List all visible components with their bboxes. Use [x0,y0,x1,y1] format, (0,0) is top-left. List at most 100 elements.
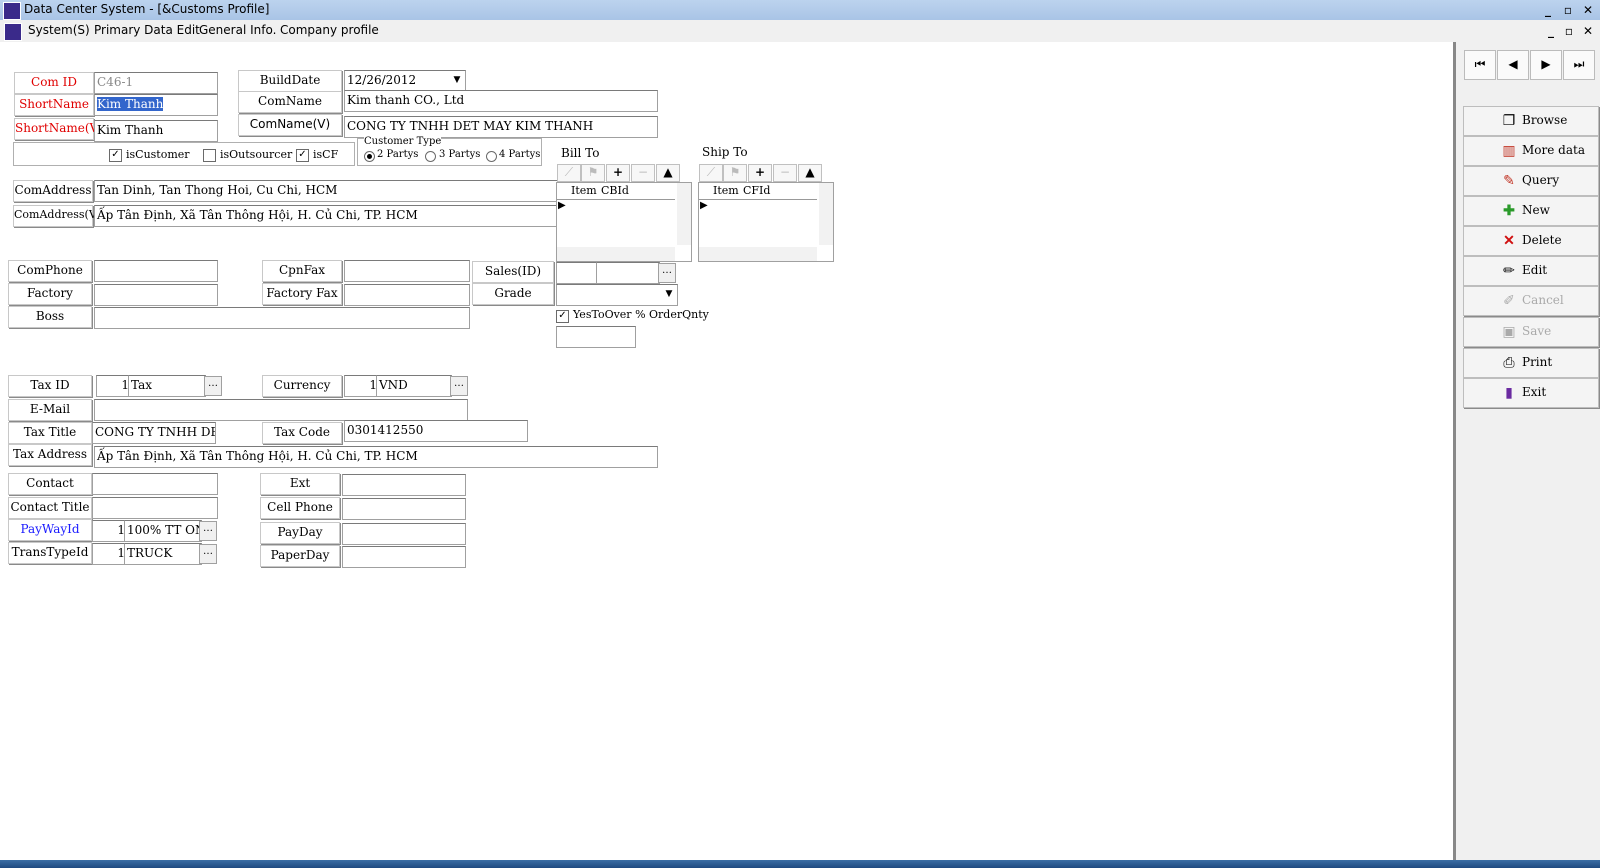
close-button[interactable]: ✕ [1580,3,1596,17]
browse-button[interactable]: ❐ Browse [1463,106,1599,136]
short-name-v-label: ShortName(V) [14,118,103,140]
exit-button[interactable]: ▮ Exit [1463,378,1599,408]
bill-to-first-button[interactable]: ⟋ [557,164,581,182]
two-partys-radio[interactable] [364,151,375,162]
books-icon: ▥ [1502,143,1516,159]
query-button[interactable]: ✎ Query [1463,166,1599,196]
child-minimize-button[interactable]: _ [1543,24,1559,38]
bill-to-add-button[interactable]: + [606,164,630,182]
contact-field[interactable] [92,473,218,495]
trans-type-id-field[interactable]: TRUCK [124,543,202,565]
bill-to-grid[interactable]: Item CBId ▶ [556,182,692,262]
yes-to-over-checkbox[interactable]: ✓ [556,310,569,323]
bill-to-label: Bill To [561,146,600,160]
short-name-v-field[interactable]: Kim Thanh [94,120,218,142]
ship-to-first-button[interactable]: ⟋ [699,164,723,182]
tax-id-lookup-button[interactable]: … [204,376,222,396]
bill-to-hscroll[interactable] [557,247,675,261]
menu-primary-data-edit[interactable]: Primary Data Edit [94,23,200,37]
yes-to-over-field[interactable] [556,326,636,348]
ship-to-add-button[interactable]: + [748,164,772,182]
two-partys-label: 2 Partys [377,149,419,160]
tax-code-field[interactable]: 0301412550 [344,420,528,442]
child-close-button[interactable]: ✕ [1580,24,1596,38]
more-data-button[interactable]: ▥ More data [1463,136,1599,166]
com-phone-field[interactable] [94,260,218,282]
tax-address-label: Tax Address [8,444,92,466]
menu-system[interactable]: System(S) [28,23,90,37]
child-restore-button[interactable]: ▫ [1561,24,1577,38]
browse-button-label: Browse [1522,113,1568,127]
trans-type-id-lookup-button[interactable]: … [199,544,217,564]
bill-to-remove-button[interactable]: − [631,164,655,182]
bill-to-flag-button[interactable]: ⚑ [581,164,605,182]
delete-button[interactable]: ✕ Delete [1463,226,1599,256]
tax-id-field[interactable]: Tax [128,375,206,397]
ship-to-up-button[interactable]: ▲ [798,164,822,182]
minimize-button[interactable]: _ [1540,3,1556,17]
first-record-button[interactable]: ⏮ [1464,50,1496,80]
three-partys-radio[interactable] [425,151,436,162]
factory-phone-field[interactable] [94,284,218,306]
is-customer-checkbox[interactable]: ✓ [109,149,122,162]
menu-general-info[interactable]: General Info. [199,23,276,37]
com-address-field[interactable]: Tan Dinh, Tan Thong Hoi, Cu Chi, HCM [94,180,558,202]
prev-record-button[interactable]: ◀ [1497,50,1529,80]
email-field[interactable] [94,399,468,421]
sales-id-code-field[interactable] [556,262,598,284]
tax-title-field[interactable]: CONG TY TNHH DET [92,422,216,444]
new-button[interactable]: ✚ New [1463,196,1599,226]
sales-id-field[interactable] [596,262,660,284]
currency-lookup-button[interactable]: … [450,376,468,396]
factory-fax-field[interactable] [344,284,470,306]
last-record-button[interactable]: ⏭ [1563,50,1595,80]
sales-id-lookup-button[interactable]: … [658,263,676,283]
edit-button-label: Edit [1522,263,1548,277]
grade-dropdown-icon[interactable]: ▼ [661,286,677,302]
grade-field[interactable]: ▼ [556,284,678,306]
edit-button[interactable]: ✏ Edit [1463,256,1599,286]
is-outsourcer-checkbox[interactable] [203,149,216,162]
bill-to-vscroll[interactable] [677,183,691,245]
bill-to-up-button[interactable]: ▲ [656,164,680,182]
is-cf-checkbox[interactable]: ✓ [296,149,309,162]
com-id-field[interactable]: C46-1 [94,72,218,94]
four-partys-radio[interactable] [486,151,497,162]
currency-label: Currency [262,375,342,397]
com-name-v-field[interactable]: CONG TY TNHH DET MAY KIM THANH [344,116,658,138]
boss-field[interactable] [94,307,470,329]
print-button[interactable]: ⎙ Print [1463,348,1599,378]
ship-to-hscroll[interactable] [699,247,817,261]
build-date-field[interactable]: 12/26/2012 ▼ [344,70,466,92]
child-window-icon[interactable] [4,23,22,41]
save-button[interactable]: ▣ Save [1463,317,1599,347]
com-name-field[interactable]: Kim thanh CO., Ltd [344,90,658,112]
build-date-dropdown-icon[interactable]: ▼ [449,72,465,88]
pay-way-id-field[interactable]: 100% TT ON S [124,520,202,542]
short-name-field[interactable]: Kim Thanh [94,94,218,116]
ship-to-vscroll[interactable] [819,183,833,245]
pay-day-field[interactable] [342,523,466,545]
tax-address-field[interactable]: Ấp Tân Định, Xã Tân Thông Hội, H. Củ Chi… [94,446,658,468]
cancel-button[interactable]: ✐ Cancel [1463,286,1599,316]
cpn-fax-field[interactable] [344,260,470,282]
com-name-v-label: ComName(V) [238,114,342,136]
menu-company-profile[interactable]: Company profile [280,23,379,37]
taskbar [0,860,1600,868]
com-address-v-field[interactable]: Ấp Tân Định, Xã Tân Thông Hội, H. Củ Chi… [94,205,558,227]
cell-phone-label: Cell Phone [260,497,340,519]
ship-to-flag-button[interactable]: ⚑ [723,164,747,182]
ext-field[interactable] [342,474,466,496]
next-record-button[interactable]: ▶ [1530,50,1562,80]
pay-way-id-lookup-button[interactable]: … [199,521,217,541]
restore-button[interactable]: ▫ [1560,3,1576,17]
cell-phone-field[interactable] [342,498,466,520]
short-name-value: Kim Thanh [97,97,164,111]
email-label: E-Mail [8,399,92,421]
factory-fax-label: Factory Fax [262,283,342,305]
currency-field[interactable]: VND [376,375,452,397]
contact-title-field[interactable] [92,497,218,519]
ship-to-grid[interactable]: Item CFId ▶ [698,182,834,262]
paper-day-field[interactable] [342,546,466,568]
ship-to-remove-button[interactable]: − [773,164,797,182]
